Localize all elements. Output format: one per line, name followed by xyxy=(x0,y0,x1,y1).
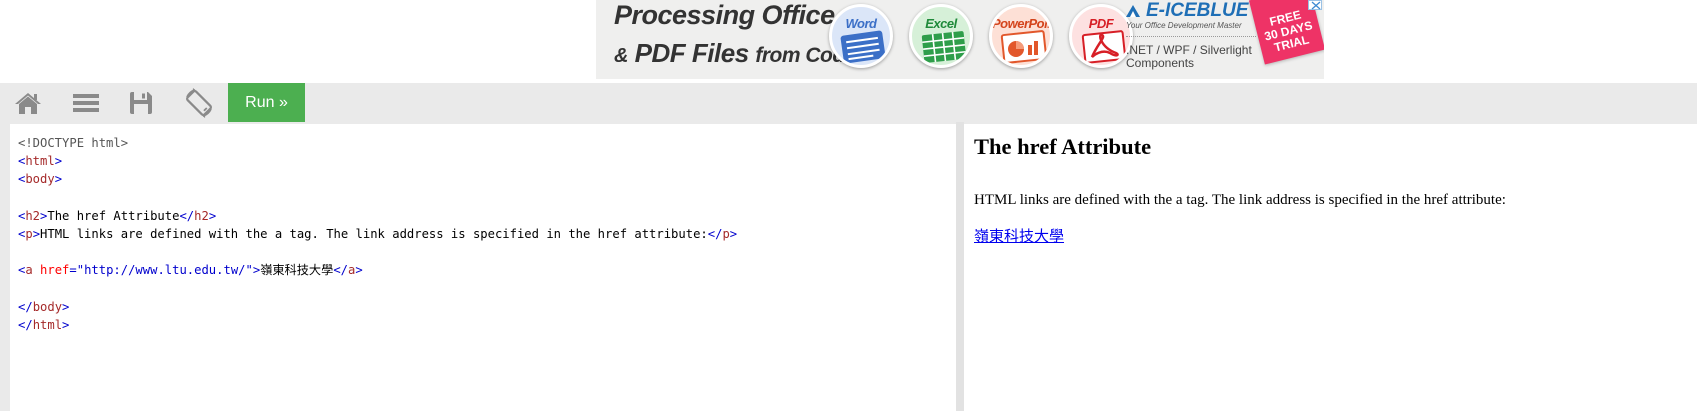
ad-area: Processing Office & PDF Files from Code … xyxy=(0,0,1697,82)
code-tag: body xyxy=(25,172,55,187)
save-icon[interactable] xyxy=(126,83,156,122)
code-punc: > xyxy=(62,318,70,333)
result-paragraph: HTML links are defined with the a tag. T… xyxy=(974,192,1506,208)
code-attr-value: "http://www.ltu.edu.tw/" xyxy=(76,263,253,278)
rotate-icon[interactable] xyxy=(182,83,216,122)
code-tag: h2 xyxy=(194,208,209,223)
code-tag: a xyxy=(25,263,33,278)
ad-headline-amp: & xyxy=(614,45,628,67)
pdf-label: PDF xyxy=(1088,16,1114,31)
code-punc: > xyxy=(32,227,41,242)
code-doctype: <!DOCTYPE html> xyxy=(18,136,129,150)
code-text-a: 嶺東科技大學 xyxy=(260,263,334,278)
code-punc: > xyxy=(62,299,70,314)
excel-product-icon[interactable]: Excel xyxy=(909,4,973,68)
iceblue-logo-icon xyxy=(1126,5,1140,17)
excel-label: Excel xyxy=(925,16,957,31)
code-punc: = xyxy=(69,263,77,278)
code-punc: </ xyxy=(18,318,33,333)
code-punc: </ xyxy=(707,227,723,242)
result-link[interactable]: 嶺東科技大學 xyxy=(974,225,1064,246)
code-punc: > xyxy=(54,154,63,169)
code-punc: > xyxy=(54,172,63,187)
code-punc: </ xyxy=(18,299,33,314)
code-punc: </ xyxy=(333,263,348,278)
brand-tagline: Your Office Development Master xyxy=(1126,21,1242,30)
powerpoint-label: PowerPoint xyxy=(992,16,1053,31)
word-product-icon[interactable]: Word xyxy=(829,4,893,68)
ad-headline-line2: & PDF Files from Code xyxy=(614,38,856,69)
code-tag: html xyxy=(25,154,55,169)
result-heading: The href Attribute xyxy=(974,134,1152,159)
code-attr: href xyxy=(40,263,70,278)
code-tag: p xyxy=(722,227,730,242)
result-frame: The href Attribute HTML links are define… xyxy=(964,124,1697,411)
code-punc: </ xyxy=(179,208,195,223)
powerpoint-product-icon[interactable]: PowerPoint xyxy=(989,4,1053,68)
run-button[interactable]: Run » xyxy=(228,83,305,122)
code-text-p: HTML links are defined with the a tag. T… xyxy=(40,227,708,242)
brand-name: E-ICEBLUE xyxy=(1146,0,1249,21)
code-text-h2: The href Attribute xyxy=(47,208,180,223)
ad-headline-main: PDF Files xyxy=(627,38,756,68)
brand-divider xyxy=(1126,36,1256,37)
pane-splitter[interactable] xyxy=(956,122,964,411)
code-punc: > xyxy=(729,227,738,242)
ad-choices-icon[interactable] xyxy=(1308,0,1322,10)
code-editor[interactable]: <!DOCTYPE html> <html> <body> <h2>The hr… xyxy=(10,124,956,411)
brand-platforms: .NET / WPF / Silverlight Components xyxy=(1126,43,1252,70)
ad-banner[interactable]: Processing Office & PDF Files from Code … xyxy=(596,0,1324,79)
ad-headline-line1: Processing Office xyxy=(614,0,835,30)
toolbar: Run » xyxy=(0,83,1697,122)
code-tag: p xyxy=(25,227,33,242)
menu-icon[interactable] xyxy=(70,83,102,122)
editor-workarea: <!DOCTYPE html> <html> <body> <h2>The hr… xyxy=(0,122,1697,411)
code-tag: body xyxy=(32,299,63,314)
code-text[interactable]: <!DOCTYPE html> <html> <body> <h2>The hr… xyxy=(10,124,956,334)
home-icon[interactable] xyxy=(12,83,44,122)
code-tag: html xyxy=(32,318,63,333)
code-punc: > xyxy=(208,208,217,223)
code-punc: > xyxy=(355,263,363,278)
code-tag: h2 xyxy=(25,208,41,223)
word-label: Word xyxy=(845,16,877,31)
